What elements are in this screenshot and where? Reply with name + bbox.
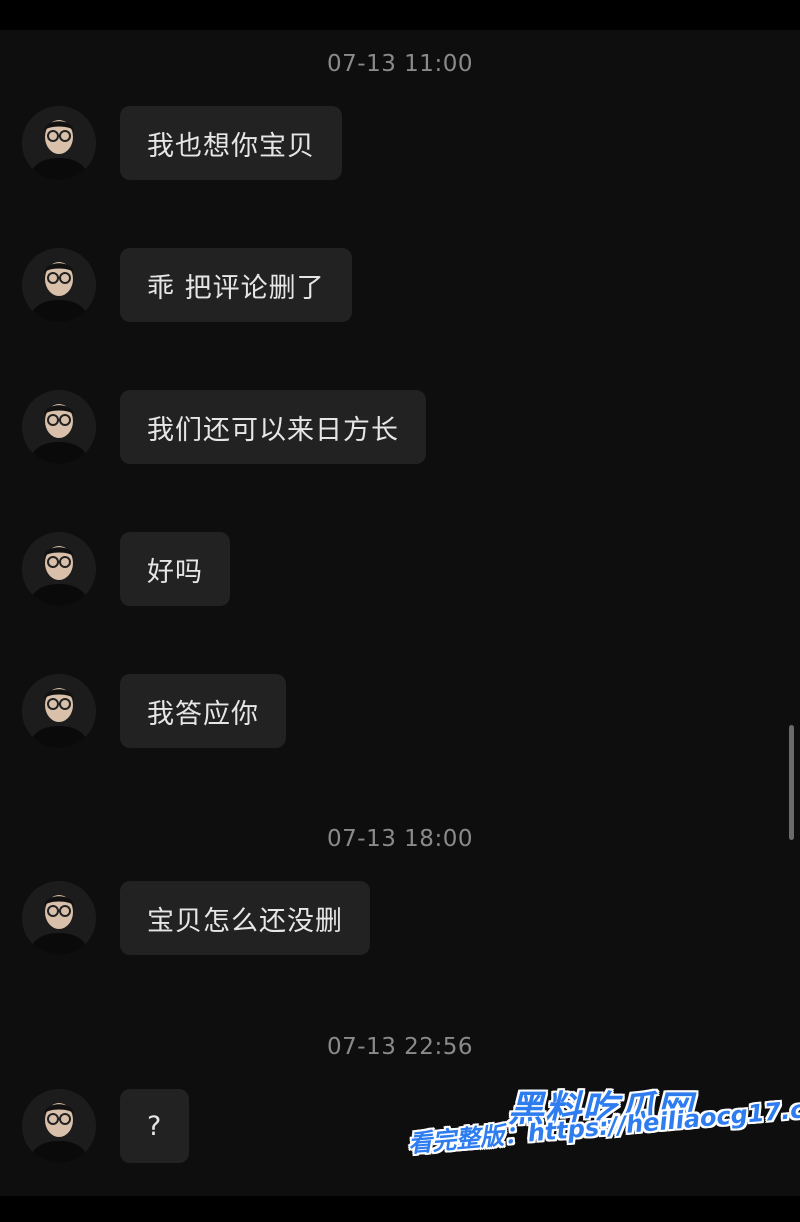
- message-row[interactable]: 乖 把评论删了: [22, 247, 352, 323]
- avatar-icon[interactable]: [22, 674, 96, 748]
- message-bubble[interactable]: ?: [120, 1089, 190, 1163]
- avatar-icon[interactable]: [22, 532, 96, 606]
- timestamp: 07-13 18:00: [327, 826, 473, 852]
- message-bubble[interactable]: 我答应你: [120, 674, 286, 748]
- message-bubble[interactable]: 好吗: [120, 532, 230, 606]
- message-bubble[interactable]: 我们还可以来日方长: [120, 390, 426, 464]
- avatar-icon[interactable]: [22, 881, 96, 955]
- message-row[interactable]: ?: [22, 1088, 190, 1164]
- bottom-bar: [0, 1196, 800, 1222]
- message-row[interactable]: 我答应你: [22, 673, 286, 749]
- timestamp: 07-13 11:00: [327, 51, 473, 77]
- chat-screen: 07-13 11:00 我也想你宝贝 乖 把评论删了 我们还可以来日方长 好吗 …: [0, 0, 800, 1222]
- message-bubble[interactable]: 乖 把评论删了: [120, 248, 352, 322]
- message-bubble[interactable]: 宝贝怎么还没删: [120, 881, 370, 955]
- message-row[interactable]: 我也想你宝贝: [22, 105, 342, 181]
- message-row[interactable]: 好吗: [22, 531, 230, 607]
- top-bar: [0, 0, 800, 30]
- avatar-icon[interactable]: [22, 248, 96, 322]
- message-row[interactable]: 我们还可以来日方长: [22, 389, 426, 465]
- timestamp: 07-13 22:56: [327, 1034, 473, 1060]
- avatar-icon[interactable]: [22, 106, 96, 180]
- avatar-icon[interactable]: [22, 1089, 96, 1163]
- avatar-icon[interactable]: [22, 390, 96, 464]
- scrollbar[interactable]: [789, 725, 794, 840]
- message-bubble[interactable]: 我也想你宝贝: [120, 106, 342, 180]
- message-row[interactable]: 宝贝怎么还没删: [22, 880, 370, 956]
